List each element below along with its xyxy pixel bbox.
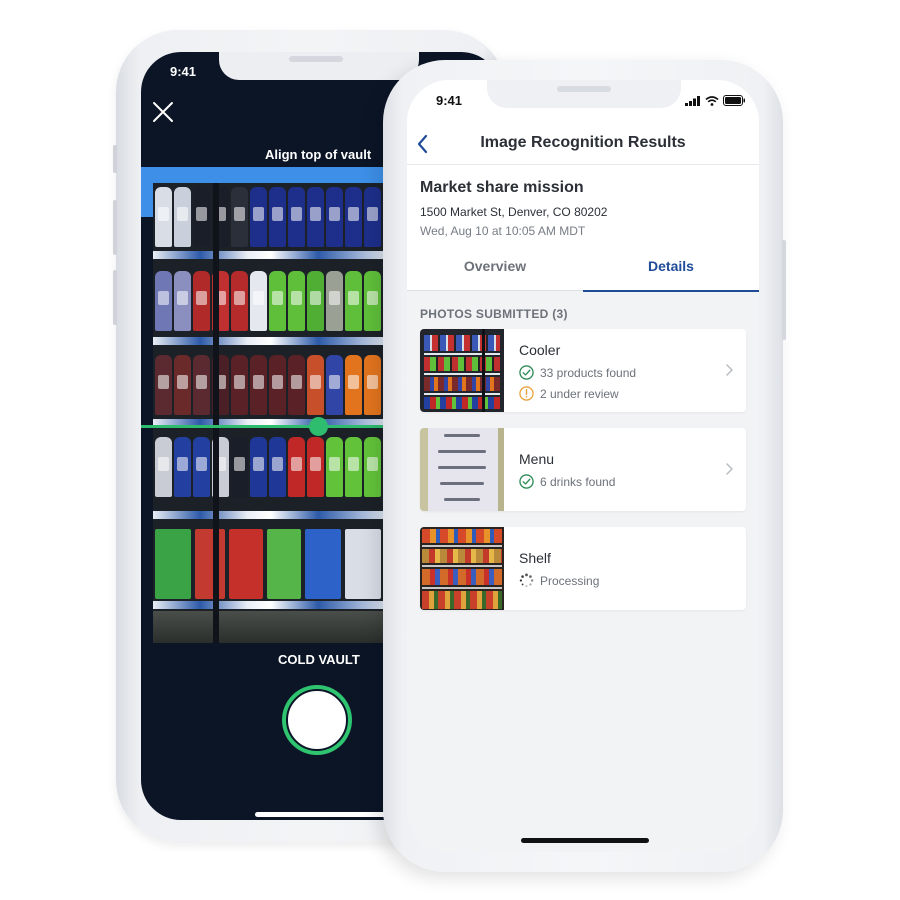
status-text: 6 drinks found [540, 474, 616, 489]
shelf-row [153, 351, 389, 415]
chevron-right-icon [726, 364, 733, 376]
results-screen: 9:41 Image Recognition Results Market sh… [407, 80, 759, 852]
menu-photo [420, 428, 504, 511]
shelf-row [153, 267, 389, 331]
home-indicator [255, 812, 395, 817]
photo-status-line: 2 under review [519, 386, 619, 401]
spinner-icon [519, 573, 534, 588]
capture-section-label: COLD VAULT [278, 652, 360, 667]
check-circle-icon [519, 474, 534, 489]
cooler-door-frame [213, 183, 219, 643]
speaker-grille [289, 56, 343, 62]
battery-icon [723, 95, 745, 106]
phone-volume-up [113, 200, 117, 255]
alignment-guide-line [141, 425, 389, 428]
close-icon[interactable] [151, 100, 175, 124]
photo-card-shelf[interactable]: Shelf Processing [420, 527, 746, 610]
camera-viewfinder [153, 183, 389, 643]
tab-bar: Overview Details [407, 244, 759, 292]
status-text: 33 products found [540, 365, 637, 380]
mission-date: Wed, Aug 10 at 10:05 AM MDT [420, 224, 586, 238]
phone-volume-down [113, 270, 117, 325]
phone-notch [487, 80, 681, 108]
mission-header: Market share mission 1500 Market St, Den… [407, 165, 759, 244]
status-icons [685, 95, 745, 106]
shelf-row [153, 433, 389, 497]
price-tag-strip [153, 511, 389, 519]
photo-card-cooler[interactable]: Cooler 33 products found 2 under review [420, 329, 746, 412]
price-tag-strip [153, 601, 389, 609]
align-instruction: Align top of vault [265, 147, 372, 162]
mission-title: Market share mission [420, 179, 584, 196]
navigation-bar: Image Recognition Results [407, 124, 759, 165]
status-time: 9:41 [436, 93, 463, 108]
cooler-floor [153, 611, 389, 643]
phone-power-button [782, 240, 786, 340]
tab-overview[interactable]: Overview [407, 244, 583, 290]
alignment-guide-handle[interactable] [309, 417, 328, 436]
price-tag-strip [153, 251, 389, 259]
check-circle-icon [519, 365, 534, 380]
signal-icon [685, 95, 700, 106]
tab-details[interactable]: Details [583, 244, 759, 292]
home-indicator [521, 838, 649, 843]
photo-card-menu[interactable]: Menu 6 drinks found [420, 428, 746, 511]
results-phone: 9:41 Image Recognition Results Market sh… [383, 60, 786, 872]
photo-status-line: 6 drinks found [519, 474, 615, 489]
status-text: 2 under review [540, 386, 619, 401]
shutter-button[interactable] [286, 689, 348, 751]
mission-address: 1500 Market St, Denver, CO 80202 [420, 205, 608, 219]
chevron-right-icon [726, 463, 733, 475]
shelf-row [153, 183, 389, 247]
speaker-grille [557, 86, 611, 92]
price-tag-strip [153, 337, 389, 345]
phone-side-button [113, 145, 117, 173]
photo-status-line: 33 products found [519, 365, 636, 380]
photo-title: Menu [519, 451, 555, 467]
phone-notch [219, 52, 419, 80]
warning-circle-icon [519, 386, 534, 401]
photo-title: Shelf [519, 550, 551, 566]
cooler-photo [420, 329, 504, 412]
section-heading: PHOTOS SUBMITTED (3) [420, 307, 568, 321]
page-title: Image Recognition Results [480, 134, 686, 151]
shelf-photo [420, 527, 504, 610]
photo-title: Cooler [519, 342, 561, 358]
status-text: Processing [540, 573, 600, 588]
shelf-row [153, 525, 389, 599]
status-time: 9:41 [170, 64, 197, 79]
photo-status-line: Processing [519, 573, 599, 588]
wifi-icon [705, 95, 719, 106]
